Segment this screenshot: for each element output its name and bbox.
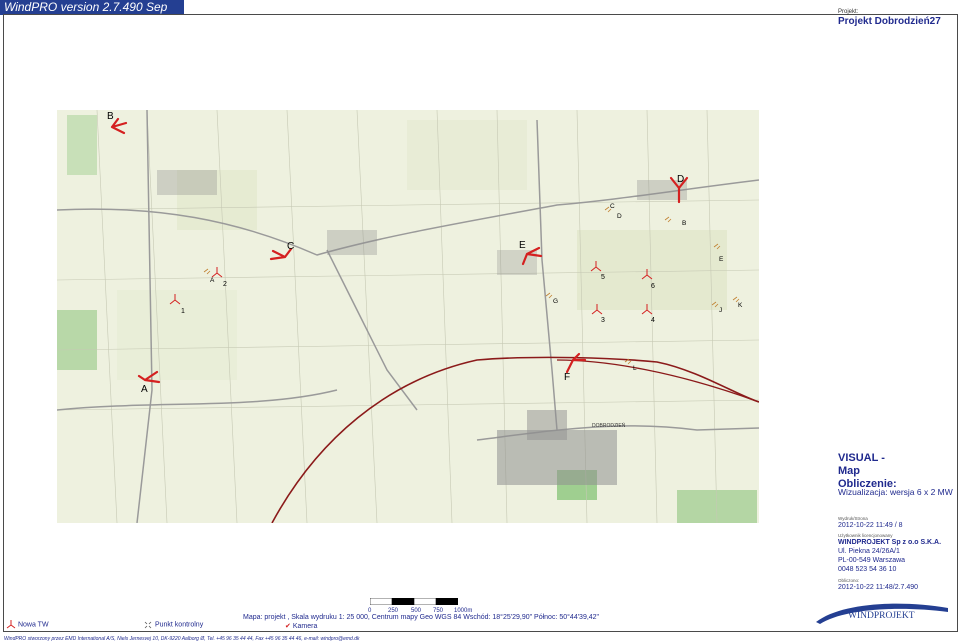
company-address-2: PL-00-549 Warszawa bbox=[838, 557, 906, 564]
camera-label-f: F bbox=[564, 372, 570, 383]
turbine-icon bbox=[6, 620, 16, 629]
panel-title: VISUAL - Map Obliczenie: bbox=[838, 452, 956, 491]
legend-turbine: Nowa TW bbox=[6, 620, 49, 629]
calc-value: 2012-10-22 11:48/2.7.490 bbox=[838, 584, 919, 591]
turbine-label-5: 5 bbox=[601, 274, 605, 281]
print-value: 2012-10-22 11:49 / 8 bbox=[838, 522, 903, 529]
panel-title-line2: Map bbox=[838, 465, 860, 477]
legend-camera: ✔ Kamera bbox=[285, 622, 317, 630]
company-name: WINDPROJEKT Sp z o.o S.K.A. bbox=[838, 539, 942, 546]
turbine-label-6: 6 bbox=[651, 283, 655, 290]
map-canvas: DOBRODZIEŃ 1 2 3 4 5 6 A B C D E G J K L… bbox=[57, 110, 759, 523]
licensee-info: Użytkownik licencjonowany WINDPROJEKT Sp… bbox=[838, 533, 956, 574]
checkpoint-label-e: E bbox=[719, 256, 724, 263]
checkpoint-label-l: L bbox=[633, 365, 637, 372]
legend-checkpoint-label: Punkt kontrolny bbox=[154, 621, 204, 629]
camera-label-e: E bbox=[519, 240, 526, 251]
turbine-label-4: 4 bbox=[651, 317, 655, 324]
company-address-1: Ul. Piekna 24/26A/1 bbox=[838, 548, 900, 555]
camera-label-c: C bbox=[287, 241, 294, 252]
town-label: DOBRODZIEŃ bbox=[592, 422, 626, 429]
panel-subtitle: Wizualizacja: wersja 6 x 2 MW bbox=[838, 487, 953, 497]
checkpoint-label-c: C bbox=[610, 203, 615, 210]
legend-turbine-label: Nowa TW bbox=[17, 621, 49, 629]
logo-text: WINDPROJEKT bbox=[848, 611, 915, 621]
footer-credits: WindPRO stworzony przez EMD Internationa… bbox=[4, 636, 360, 642]
turbine-label-3: 3 bbox=[601, 317, 605, 324]
project-label: Projekt: bbox=[838, 9, 859, 15]
checkpoint-icon bbox=[144, 621, 152, 629]
app-title-bar: WindPRO version 2.7.490 Sep 2011 bbox=[0, 0, 184, 29]
windprojekt-logo: WINDPROJEKT bbox=[812, 598, 952, 628]
turbine-label-2: 2 bbox=[223, 281, 227, 288]
print-info: Wydruk/Strona 2012-10-22 11:49 / 8 bbox=[838, 516, 956, 530]
camera-label-b: B bbox=[107, 111, 114, 122]
check-icon: ✔ bbox=[285, 623, 291, 630]
map-view[interactable]: DOBRODZIEŃ 1 2 3 4 5 6 A B C D E G J K L… bbox=[57, 110, 759, 523]
checkpoint-label-j: J bbox=[719, 307, 722, 314]
scale-bar bbox=[370, 598, 458, 605]
checkpoint-label-d: D bbox=[617, 213, 622, 220]
checkpoint-label-g: G bbox=[553, 298, 558, 305]
turbine-label-1: 1 bbox=[181, 308, 185, 315]
camera-label-a: A bbox=[141, 384, 148, 395]
checkpoint-label-b: B bbox=[682, 220, 686, 227]
calc-info: Obliczono: 2012-10-22 11:48/2.7.490 bbox=[838, 578, 956, 592]
legend-camera-label: Kamera bbox=[292, 623, 318, 630]
checkpoint-label-k: K bbox=[738, 302, 743, 309]
camera-label-d: D bbox=[677, 174, 684, 185]
company-phone: 0048 523 54 36 10 bbox=[838, 566, 897, 573]
map-info: Mapa: projekt , Skala wydruku 1: 25 000,… bbox=[243, 614, 600, 621]
legend-checkpoint: Punkt kontrolny bbox=[143, 620, 203, 629]
panel-title-line1: VISUAL - bbox=[838, 452, 885, 464]
project-title: Projekt Dobrodzień27 bbox=[838, 16, 941, 27]
checkpoint-label-a: A bbox=[210, 277, 215, 284]
